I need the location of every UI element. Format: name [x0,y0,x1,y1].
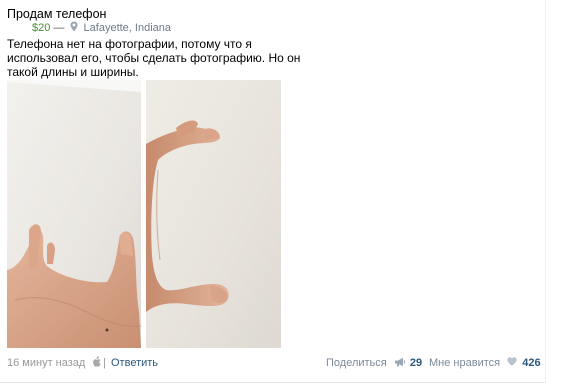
left-photo[interactable] [7,80,141,348]
post-right-border [545,0,546,383]
price: $20 [32,22,51,34]
reply-link[interactable]: Ответить [111,356,158,370]
share-count: 29 [409,357,423,369]
post-description: Телефона нет на фотографии, потому что я… [7,37,301,79]
share-label: Поделиться [326,357,387,369]
apple-icon [93,356,101,367]
like-count: 426 [522,357,541,369]
post-time[interactable]: 16 минут назад [7,356,101,370]
time-text[interactable]: 16 минут назад [7,357,85,369]
right-photo[interactable] [146,80,281,348]
footer-divider: | [103,357,106,369]
left-hand-image [7,80,141,348]
like-label: Мне нравится [429,357,501,369]
wall-post: Продам телефон $20 — Lafayette, Indiana … [0,0,561,385]
location-link[interactable]: Lafayette, Indiana [84,22,171,34]
right-hand-image [146,80,281,348]
post-title: Продам телефон [7,7,107,21]
post-meta: $20 — Lafayette, Indiana [32,21,171,35]
heart-icon [507,357,517,366]
meta-separator: — [53,22,65,34]
location-pin-icon [70,21,78,32]
post-bottom-border [0,382,546,383]
share-button[interactable]: Поделиться 29 [326,356,422,370]
like-button[interactable]: Мне нравится 426 [429,356,541,370]
post-footer: 16 минут назад | Ответить Поделиться 29 … [7,356,541,370]
megaphone-icon [394,357,405,367]
photo-gallery [7,80,281,348]
